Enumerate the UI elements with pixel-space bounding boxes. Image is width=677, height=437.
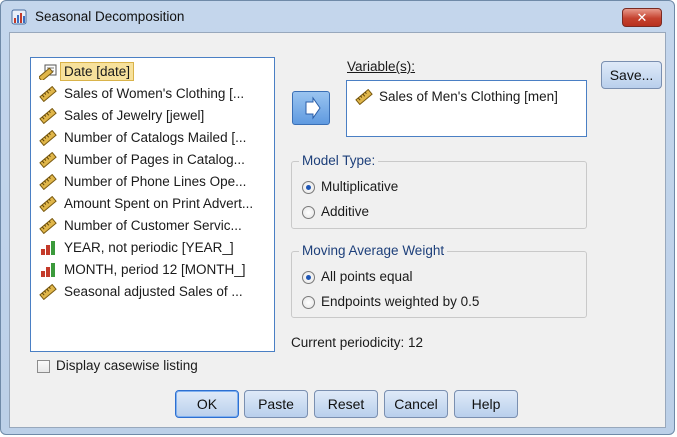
current-periodicity: Current periodicity: 12 [291,335,424,350]
dialog-body: Date [date] Sales of Women's Clothing [..… [9,32,666,428]
variables-label: Variable(s): [347,59,416,74]
ok-button[interactable]: OK [175,390,239,418]
cancel-button[interactable]: Cancel [384,390,448,418]
all-points-equal-label: All points equal [321,269,413,284]
source-item-label: Sales of Women's Clothing [... [64,86,245,101]
source-item-label: Number of Pages in Catalog... [64,152,245,167]
scale-ruler-icon [39,151,57,169]
moving-average-group: Moving Average Weight All points equal E… [291,243,587,318]
endpoints-weighted-radio[interactable] [302,296,315,309]
save-button[interactable]: Save... [601,61,662,89]
source-item-label: Number of Customer Servic... [64,218,242,233]
source-list-item[interactable]: Number of Customer Servic... [31,215,274,237]
close-button[interactable]: ✕ [622,8,662,27]
reset-button[interactable]: Reset [314,390,378,418]
dialog-window: Seasonal Decomposition ✕ Date [date] Sale… [0,0,675,435]
source-list-item[interactable]: Sales of Women's Clothing [... [31,83,274,105]
source-list-item[interactable]: Seasonal adjusted Sales of ... [31,281,274,303]
source-list-item[interactable]: Number of Phone Lines Ope... [31,171,274,193]
scale-ruler-icon [39,195,57,213]
source-list-item[interactable]: Number of Catalogs Mailed [... [31,127,274,149]
ordinal-bars-icon [39,240,57,256]
scale-ruler-icon [39,173,57,191]
source-item-label: Sales of Jewelry [jewel] [64,108,205,123]
help-button[interactable]: Help [454,390,518,418]
multiplicative-label: Multiplicative [321,179,399,194]
source-item-label: Seasonal adjusted Sales of ... [64,284,243,299]
variables-list-item[interactable]: Sales of Men's Clothing [men] [355,87,558,107]
paste-button[interactable]: Paste [244,390,308,418]
all-points-equal-radio[interactable] [302,271,315,284]
source-item-label: Number of Phone Lines Ope... [64,174,247,189]
source-list-item[interactable]: Date [date] [31,61,274,83]
variables-item-label: Sales of Men's Clothing [men] [379,89,558,104]
source-item-label: YEAR, not periodic [YEAR_] [64,240,234,255]
source-list-item[interactable]: YEAR, not periodic [YEAR_] [31,237,274,259]
scale-ruler-icon [39,217,57,235]
source-item-label: MONTH, period 12 [MONTH_] [64,262,246,277]
display-casewise-label: Display casewise listing [56,358,198,373]
source-item-label: Amount Spent on Print Advert... [64,196,254,211]
title-bar[interactable]: Seasonal Decomposition ✕ [1,1,674,31]
source-list-item[interactable]: Sales of Jewelry [jewel] [31,105,274,127]
scale-ruler-icon [355,88,373,106]
move-to-variables-button[interactable] [292,91,330,125]
source-variable-list[interactable]: Date [date] Sales of Women's Clothing [..… [30,57,275,352]
source-list-item[interactable]: Amount Spent on Print Advert... [31,193,274,215]
moving-average-title: Moving Average Weight [299,243,448,258]
source-item-label: Date [date] [59,62,135,81]
additive-label: Additive [321,204,370,219]
scale-ruler-icon [39,85,57,103]
model-type-title: Model Type: [299,153,379,168]
additive-radio[interactable] [302,206,315,219]
app-icon [11,9,27,25]
source-list-item[interactable]: Number of Pages in Catalog... [31,149,274,171]
date-ruler-icon [38,64,57,82]
scale-ruler-icon [39,283,57,301]
display-casewise-checkbox[interactable] [37,360,50,373]
multiplicative-radio[interactable] [302,181,315,194]
arrow-right-icon [305,96,321,120]
close-icon: ✕ [636,10,648,25]
ordinal-bars-icon [39,262,57,278]
scale-ruler-icon [39,129,57,147]
scale-ruler-icon [39,107,57,125]
model-type-group: Model Type: Multiplicative Additive [291,153,587,229]
source-item-label: Number of Catalogs Mailed [... [64,130,247,145]
window-title: Seasonal Decomposition [35,9,185,24]
endpoints-weighted-label: Endpoints weighted by 0.5 [321,294,480,309]
variables-list[interactable]: Sales of Men's Clothing [men] [346,80,587,137]
source-list-item[interactable]: MONTH, period 12 [MONTH_] [31,259,274,281]
